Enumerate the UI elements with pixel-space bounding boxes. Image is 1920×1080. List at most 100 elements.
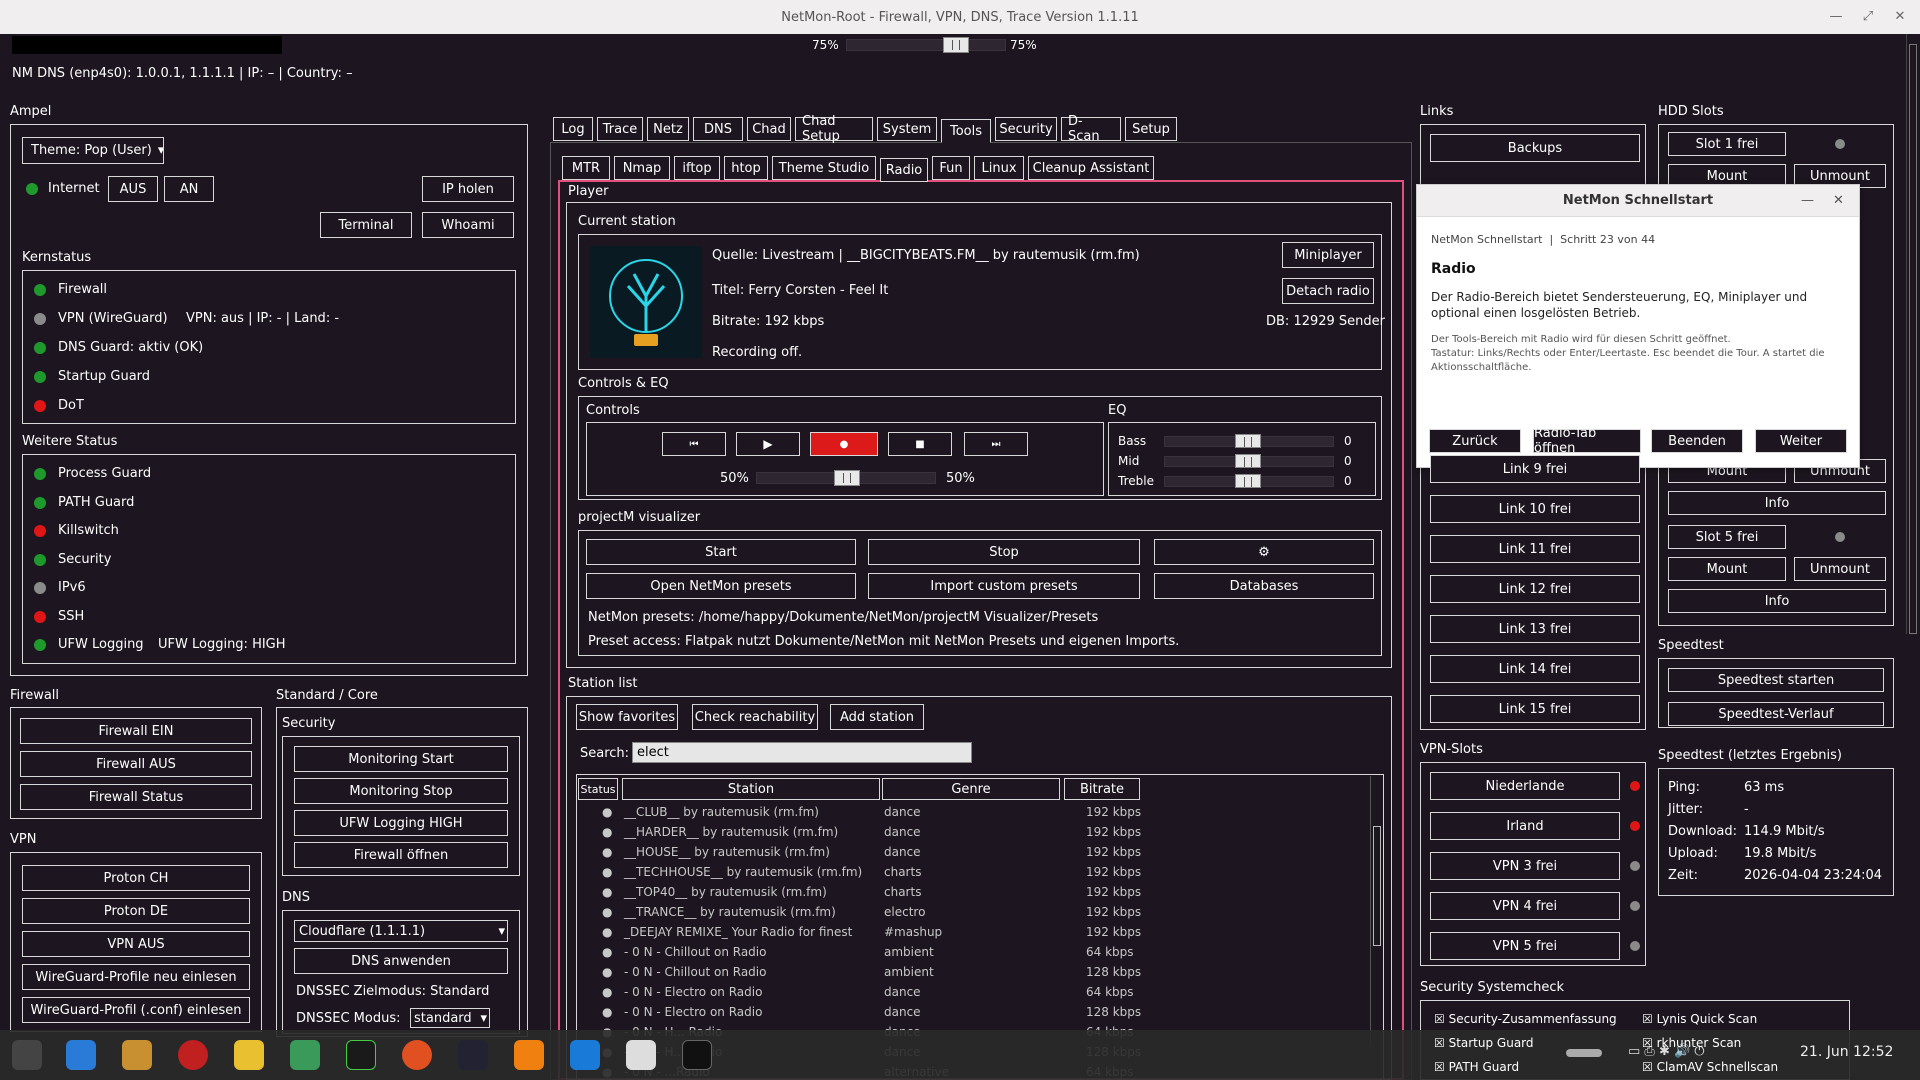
radio-app-icon[interactable]: [122, 1040, 152, 1070]
dnssec-modus-select[interactable]: standard ▾: [410, 1008, 490, 1028]
internet-aus-button[interactable]: AUS: [108, 176, 158, 202]
tab-chad-setup[interactable]: Chad Setup: [795, 114, 873, 144]
open-presets-button[interactable]: Open NetMon presets: [586, 573, 856, 599]
table-row[interactable]: ● __CLUB__ by rautemusik (rm.fm) dance 192 …: [578, 802, 1141, 822]
eq-slider-treble[interactable]: [1164, 474, 1334, 488]
hdd-slot5-info[interactable]: Info: [1668, 589, 1886, 613]
detach-radio-button[interactable]: Detach radio: [1282, 278, 1374, 304]
dialog-next-button[interactable]: Weiter: [1755, 429, 1847, 453]
firewall-aus-button[interactable]: Firewall AUS: [20, 751, 252, 777]
table-row[interactable]: ● __HOUSE__ by rautemusik (rm.fm) dance 192…: [578, 842, 1141, 862]
subtab-iftop[interactable]: iftop: [674, 156, 720, 180]
terminal-button[interactable]: Terminal: [320, 212, 412, 238]
wireguard-reload-button[interactable]: WireGuard-Profile neu einlesen: [22, 964, 250, 990]
table-row[interactable]: ● __HARDER__ by rautemusik (rm.fm) dance 19…: [578, 822, 1141, 842]
link-item-14[interactable]: Link 14 frei: [1430, 655, 1640, 683]
eq-knob-treble[interactable]: [1235, 474, 1261, 488]
link-item-10[interactable]: Link 10 frei: [1430, 495, 1640, 523]
col-station[interactable]: Station: [622, 778, 880, 800]
ufw-logging-high-button[interactable]: UFW Logging HIGH: [294, 810, 508, 836]
hdd-slot1-button[interactable]: Slot 1 frei: [1668, 132, 1786, 156]
link-item-11[interactable]: Link 11 frei: [1430, 535, 1640, 563]
tab-dns[interactable]: DNS: [693, 117, 743, 141]
syscheck-item-3[interactable]: ☒ rkhunter Scan: [1642, 1036, 1741, 1050]
col-bitrate[interactable]: Bitrate: [1064, 778, 1140, 800]
link-item-12[interactable]: Link 12 frei: [1430, 575, 1640, 603]
eq-slider-bass[interactable]: [1164, 434, 1334, 448]
miniplayer-button[interactable]: Miniplayer: [1282, 242, 1374, 268]
subtab-radio[interactable]: Radio: [880, 158, 928, 182]
subtab-fun[interactable]: Fun: [932, 156, 970, 180]
proton-de-button[interactable]: Proton DE: [22, 898, 250, 924]
dns-provider-select[interactable]: Cloudflare (1.1.1.1) ▾: [294, 920, 508, 942]
vpn-slot-0[interactable]: Niederlande: [1430, 772, 1620, 800]
brave-browser-icon[interactable]: [402, 1040, 432, 1070]
table-row[interactable]: ● - 0 N - Electro on Radio dance 128 kbps: [578, 1002, 1141, 1022]
tab-tools[interactable]: Tools: [941, 119, 991, 143]
dialog-end-button[interactable]: Beenden: [1651, 429, 1743, 453]
internet-an-button[interactable]: AN: [164, 176, 214, 202]
monitoring-start-button[interactable]: Monitoring Start: [294, 746, 508, 772]
minimize-icon[interactable]: —: [1828, 9, 1844, 25]
stop-button[interactable]: ■: [888, 432, 952, 456]
subtab-htop[interactable]: htop: [724, 156, 768, 180]
next-button[interactable]: ⏭: [964, 432, 1028, 456]
col-genre[interactable]: Genre: [882, 778, 1060, 800]
speedtest-history-button[interactable]: Speedtest-Verlauf: [1668, 702, 1884, 726]
notes-icon[interactable]: [234, 1040, 264, 1070]
files-icon[interactable]: [290, 1040, 320, 1070]
tab-trace[interactable]: Trace: [597, 117, 643, 141]
table-row[interactable]: ● _DEEJAY REMIXE_ Your Radio for finest #m…: [578, 922, 1141, 942]
import-presets-button[interactable]: Import custom presets: [868, 573, 1140, 599]
station-table-scrollbar[interactable]: [1370, 776, 1382, 1046]
dns-anwenden-button[interactable]: DNS anwenden: [294, 948, 508, 974]
firewall-status-button[interactable]: Firewall Status: [20, 784, 252, 810]
eq-knob-mid[interactable]: [1235, 454, 1261, 468]
table-row[interactable]: ● __TOP40__ by rautemusik (rm.fm) charts 19…: [578, 882, 1141, 902]
table-row[interactable]: ● __TRANCE__ by rautemusik (rm.fm) electro…: [578, 902, 1141, 922]
vlc-icon[interactable]: [514, 1040, 544, 1070]
tab-netz[interactable]: Netz: [647, 117, 689, 141]
tab-system[interactable]: System: [877, 117, 937, 141]
syscheck-item-4[interactable]: ☒ PATH Guard: [1434, 1060, 1519, 1074]
record-button[interactable]: ●: [810, 432, 878, 456]
whoami-button[interactable]: Whoami: [422, 212, 514, 238]
hdd-slot5-unmount[interactable]: Unmount: [1794, 557, 1886, 581]
vpn-slot-1[interactable]: Irland: [1430, 812, 1620, 840]
terminal-icon[interactable]: [458, 1040, 488, 1070]
proton-ch-button[interactable]: Proton CH: [22, 865, 250, 891]
link-item-15[interactable]: Link 15 frei: [1430, 695, 1640, 723]
subtab-mtr[interactable]: MTR: [562, 156, 610, 180]
netmon-app-icon[interactable]: [682, 1040, 712, 1070]
volume-knob[interactable]: [834, 470, 860, 486]
system-monitor-icon[interactable]: [346, 1040, 376, 1070]
syscheck-item-5[interactable]: ☒ ClamAV Schnellscan: [1642, 1060, 1778, 1074]
syscheck-item-2[interactable]: ☒ Startup Guard: [1434, 1036, 1534, 1050]
previous-button[interactable]: ⏮: [662, 432, 726, 456]
tab-d-scan[interactable]: D-Scan: [1061, 114, 1121, 144]
eq-knob-bass[interactable]: [1235, 434, 1261, 448]
theme-select[interactable]: Theme: Pop (User) ▾: [22, 137, 164, 164]
play-button[interactable]: ▶: [736, 432, 800, 456]
linux-penguin-icon[interactable]: [626, 1040, 656, 1070]
volume-slider[interactable]: [756, 470, 936, 486]
wireguard-import-button[interactable]: WireGuard-Profil (.conf) einlesen: [22, 997, 250, 1023]
firewall-oeffnen-button[interactable]: Firewall öffnen: [294, 842, 508, 868]
table-row[interactable]: ● - 0 N - Chillout on Radio ambient 128 kbp…: [578, 962, 1141, 982]
maximize-icon[interactable]: ⤢: [1860, 9, 1876, 25]
tab-log[interactable]: Log: [553, 117, 593, 141]
projectm-settings-button[interactable]: ⚙: [1154, 539, 1374, 565]
monitoring-stop-button[interactable]: Monitoring Stop: [294, 778, 508, 804]
table-row[interactable]: ● __TECHHOUSE__ by rautemusik (rm.fm) char…: [578, 862, 1141, 882]
window-scrollbar[interactable]: [1906, 34, 1918, 634]
subtab-nmap[interactable]: Nmap: [614, 156, 670, 180]
tab-security[interactable]: Security: [995, 117, 1057, 141]
ip-holen-button[interactable]: IP holen: [422, 176, 514, 202]
syscheck-item-1[interactable]: ☒ Lynis Quick Scan: [1642, 1012, 1757, 1026]
menu-icon[interactable]: [12, 1040, 42, 1070]
speedtest-start-button[interactable]: Speedtest starten: [1668, 668, 1884, 692]
projectm-stop-button[interactable]: Stop: [868, 539, 1140, 565]
projectm-start-button[interactable]: Start: [586, 539, 856, 565]
tab-chad[interactable]: Chad: [747, 117, 791, 141]
syscheck-item-0[interactable]: ☒ Security-Zusammenfassung: [1434, 1012, 1617, 1026]
